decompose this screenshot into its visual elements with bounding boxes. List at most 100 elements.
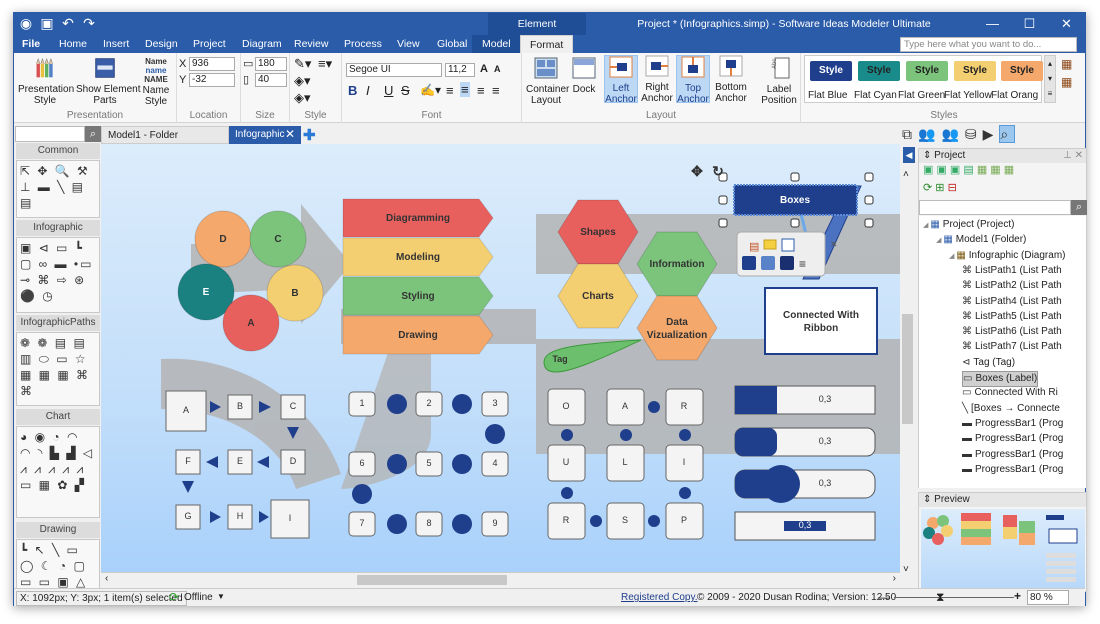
search-icon[interactable]: ⌕ (85, 126, 101, 142)
resize-handle[interactable] (864, 172, 874, 182)
grow-font-icon[interactable]: A (480, 63, 488, 75)
line-weight-icon[interactable]: ≡ (799, 257, 806, 271)
container-layout-button[interactable]: Container Layout (526, 57, 569, 106)
tree-item[interactable]: ⌘ ListPath6 (List Path (962, 325, 1062, 339)
align-left-icon[interactable]: ≡ (446, 83, 454, 98)
resize-handle[interactable] (864, 218, 874, 228)
panel-grip-icon[interactable]: ⇕ (923, 150, 934, 161)
style-reset-icon[interactable]: ▦ (1061, 75, 1072, 89)
tree-item[interactable]: ▬ ProgressBar1 (Prog (962, 448, 1063, 462)
toolbox-section-common[interactable]: Common (16, 143, 100, 159)
collapse-all-icon[interactable]: ⊟ (948, 182, 957, 194)
app-logo-icon[interactable]: ◉ (18, 15, 34, 31)
zoom-in-icon[interactable]: + (1014, 589, 1021, 603)
model-items-icon[interactable]: ▦ ▦ ▦ (977, 164, 1014, 176)
search-diagram-icon[interactable]: ⌕ (999, 125, 1016, 143)
toolbox-section-infographic-paths[interactable]: InfographicPaths (16, 315, 100, 331)
label-position-button[interactable]: Abc Label Position (758, 57, 800, 106)
chevron-down-icon[interactable]: ▼ (217, 592, 225, 601)
tree-item[interactable]: ⌘ ListPath7 (List Path (962, 340, 1062, 354)
bottom-anchor-button[interactable]: Bottom Anchor (712, 55, 750, 104)
width-input[interactable]: 180 (255, 57, 287, 71)
close-tab-icon[interactable]: ✕ (285, 127, 295, 141)
progress-knob[interactable] (762, 465, 800, 503)
font-color-icon[interactable]: ✍▾ (420, 83, 441, 97)
maximize-button[interactable]: ☐ (1011, 13, 1048, 35)
style-flat-green-button[interactable]: Style (906, 61, 948, 81)
align-right-icon[interactable]: ≡ (477, 83, 485, 98)
online-status-dropdown[interactable]: Offline (184, 592, 213, 603)
rotate-handle-icon[interactable]: ↻ (712, 163, 724, 179)
resize-handle[interactable] (864, 195, 874, 205)
resize-handle[interactable] (790, 218, 800, 228)
new-item-icon[interactable]: ▣ ▣ ▣ ▤ (923, 164, 974, 176)
tree-item[interactable]: ╲ [Boxes → Connecte (962, 402, 1060, 416)
tab-file[interactable]: File (22, 35, 40, 53)
move-handle-icon[interactable]: ✥ (691, 163, 703, 179)
tab-model[interactable]: Model (472, 35, 521, 53)
tree-item[interactable]: ⊲ Tag (Tag) (962, 356, 1015, 370)
tree-item[interactable]: ▭ Boxes (Label) (962, 371, 1039, 387)
x-position-input[interactable]: 936 (189, 57, 235, 71)
toolbox-search-input[interactable] (15, 126, 85, 142)
shrink-font-icon[interactable]: A (494, 64, 501, 74)
toolbox-infographic-paths-tools[interactable]: ❁ ❁ ▤ ▤ ▥ ⬭ ▭ ☆ ▦ ▦ ▦ ⌘ ⌘ (16, 332, 100, 406)
panel-grip-icon[interactable]: ⇕ (923, 494, 934, 505)
underline-button[interactable]: U (384, 83, 393, 98)
height-input[interactable]: 40 (255, 73, 287, 87)
style-flat-orange-button[interactable]: Style (1001, 61, 1043, 81)
zoom-out-icon[interactable]: — (878, 590, 890, 604)
collapse-dock-icon[interactable]: ◀ (903, 147, 915, 163)
italic-button[interactable]: I (366, 83, 370, 98)
command-search-input[interactable]: Type here what you want to do... (CTRL+Q… (900, 37, 1077, 63)
fill-color-swatch[interactable] (742, 256, 756, 270)
resize-handle[interactable] (790, 172, 800, 182)
gradient-icon[interactable]: ◈▾ (294, 90, 311, 106)
diagram-canvas[interactable]: D C E B A Diagramming Modeling Styling Drawing Sh… (101, 144, 900, 572)
toolbox-common-tools[interactable]: ⇱ ✥ 🔍 ⚒ ⊥ ▬ ╲ ▤ ▤ (16, 160, 100, 218)
scroll-right-icon[interactable]: › (893, 573, 896, 584)
tab-view[interactable]: View (397, 35, 420, 53)
tree-item[interactable]: ▬ ProgressBar1 (Prog (962, 417, 1063, 431)
tree-item[interactable]: ⌘ ListPath5 (List Path (962, 310, 1062, 324)
tab-process[interactable]: Process (344, 35, 382, 53)
redo-icon[interactable]: ↷ (81, 15, 97, 31)
registered-copy-link[interactable]: Registered Copy. (621, 592, 698, 603)
windows-icon[interactable]: ⧉ (902, 126, 918, 142)
tree-item[interactable]: ⌘ ListPath2 (List Path (962, 279, 1062, 293)
show-element-parts-button[interactable]: Show Element Parts (76, 57, 140, 106)
style-settings-icon[interactable]: ▤ (749, 241, 759, 253)
container-icon[interactable] (781, 238, 795, 252)
tree-item[interactable]: ◢ ▦ Project (Project) (923, 218, 1014, 233)
tab-format[interactable]: Format (520, 35, 574, 53)
tab-review[interactable]: Review (294, 35, 328, 53)
expand-all-icon[interactable]: ⊞ (935, 182, 944, 194)
flag-icon[interactable]: ▶ (983, 126, 1000, 142)
close-toolbar-icon[interactable]: ✕ (830, 239, 838, 249)
align-center-icon[interactable]: ≡ (460, 82, 470, 97)
toolbox-section-drawing[interactable]: Drawing (16, 522, 100, 538)
style-flat-yellow-button[interactable]: Style (954, 61, 996, 81)
close-button[interactable]: ✕ (1048, 13, 1085, 35)
right-anchor-button[interactable]: Right Anchor (640, 55, 674, 104)
zoom-slider[interactable] (894, 597, 1014, 598)
zoom-slider-thumb[interactable]: ⧗ (936, 590, 944, 605)
name-style-button[interactable]: Name name NAME Name Style (139, 57, 173, 107)
font-size-select[interactable]: 11,2 (445, 63, 475, 77)
tree-item[interactable]: ⌘ ListPath1 (List Path (962, 264, 1062, 278)
toolbox-drawing-tools[interactable]: ┗ ↖ ╲ ▭ ◯ ☾ ◔ ▢ ▭ ▭ ▣ △ (16, 539, 100, 589)
y-position-input[interactable]: -32 (189, 73, 235, 87)
project-search-input[interactable] (919, 200, 1071, 215)
people-alt-icon[interactable]: 👥 (941, 126, 964, 142)
left-anchor-button[interactable]: Left Anchor (604, 55, 638, 105)
strikethrough-button[interactable]: S (401, 83, 410, 98)
tab-diagram[interactable]: Diagram (242, 35, 282, 53)
resize-handle[interactable] (718, 195, 728, 205)
presentation-style-button[interactable]: Presentation Style (18, 57, 74, 106)
style-flat-blue-button[interactable]: Style (810, 61, 852, 81)
toolbox-chart-tools[interactable]: ◕ ◉ ◔ ◠ ◠ ◝ ▙ ▟ ◁ ⩘ ⩘ ⩘ ⩘ ⩘ ▭ ▦ ✿ ▞ (16, 426, 100, 518)
bold-button[interactable]: B (348, 83, 357, 98)
undo-icon[interactable]: ↶ (60, 15, 76, 31)
tree-item[interactable]: ◢ ▦ Model1 (Folder) (936, 233, 1026, 248)
people-icon[interactable]: 👥 (918, 126, 941, 142)
